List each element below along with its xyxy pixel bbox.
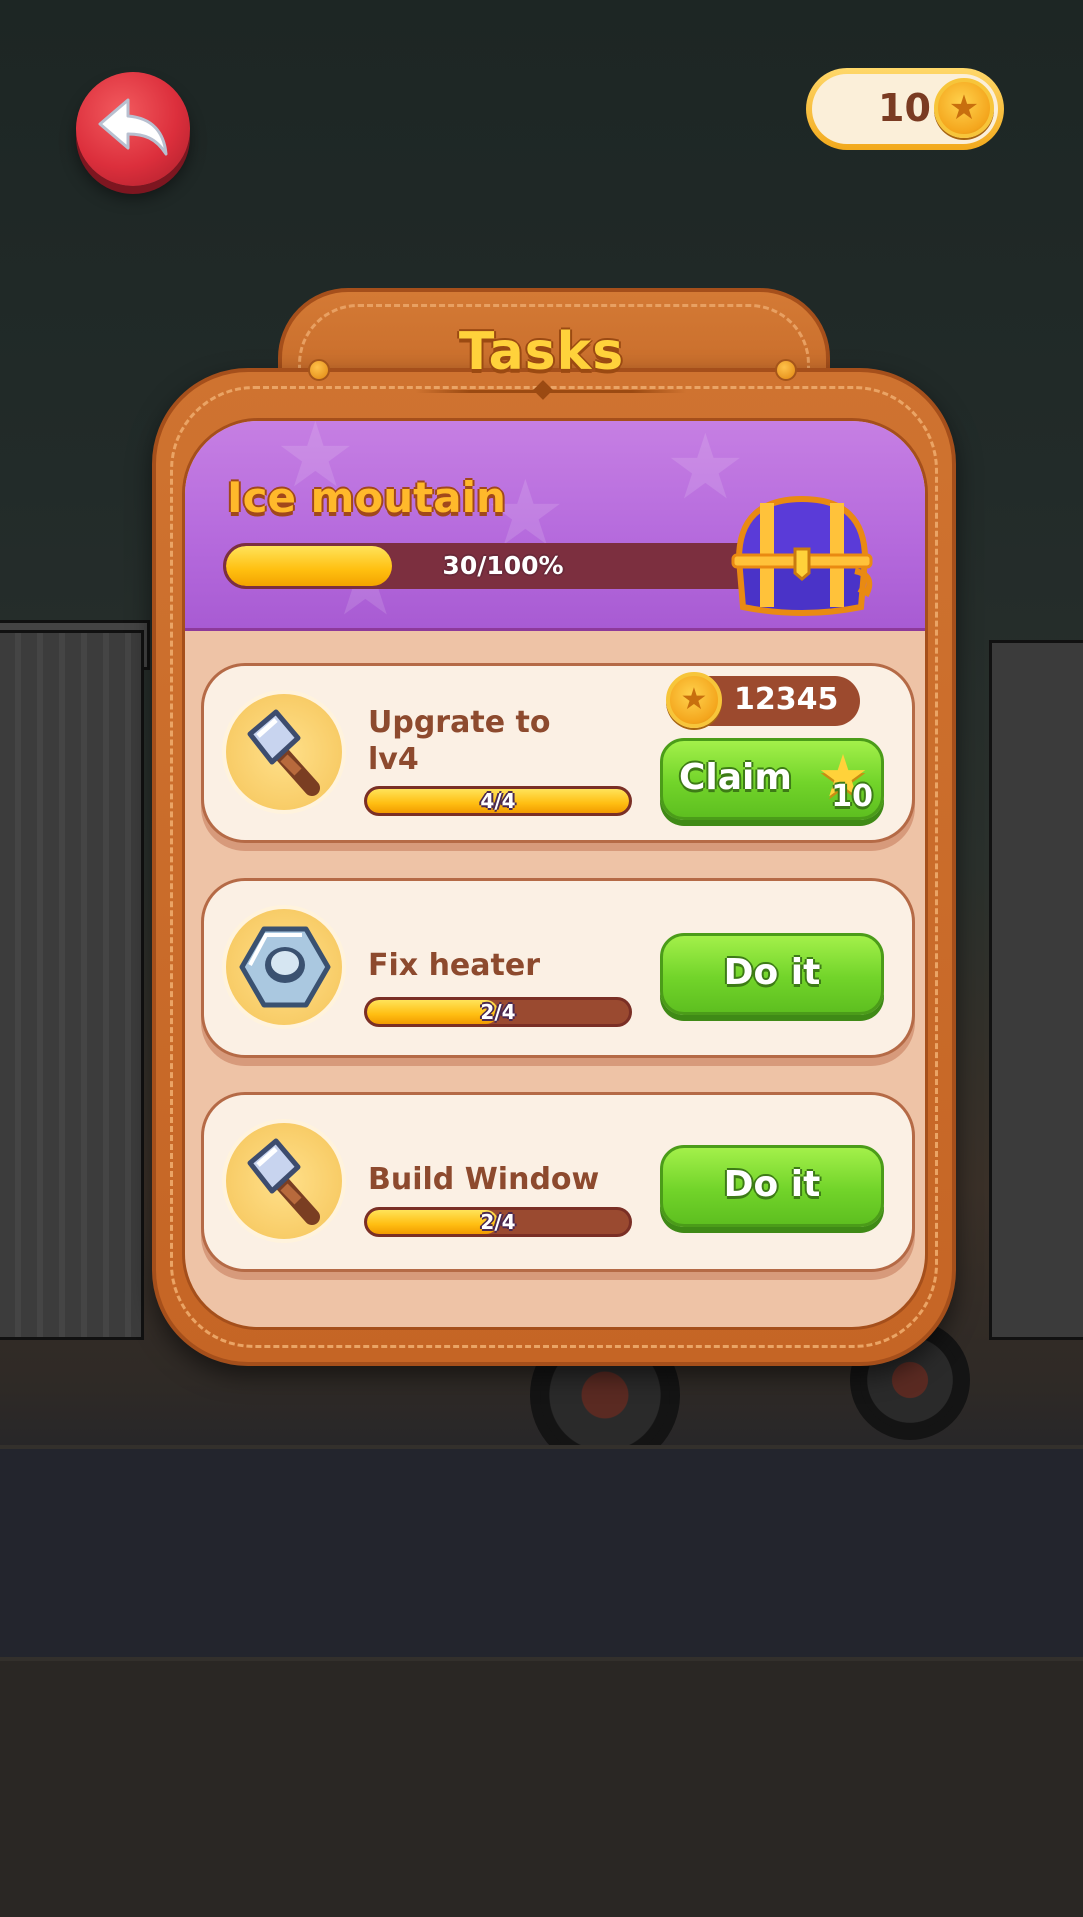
coin-count: 10 xyxy=(878,86,931,130)
task-title: Build Window xyxy=(368,1162,600,1197)
rivet-icon xyxy=(308,359,330,381)
task-progress-bar: 4/4 xyxy=(364,786,632,816)
hex-nut-icon xyxy=(222,905,346,1029)
do-it-button[interactable]: Do it xyxy=(660,1145,884,1227)
treasure-chest-icon[interactable] xyxy=(727,489,877,619)
star-coin-icon: ★ xyxy=(934,78,994,138)
rivet-icon xyxy=(775,359,797,381)
hammer-icon xyxy=(222,690,346,814)
task-progress-bar: 2/4 xyxy=(364,1207,632,1237)
star-coin-icon: ★ xyxy=(666,672,722,728)
reward-coins: ★ 12345 xyxy=(666,672,860,728)
panel-title: Tasks xyxy=(458,322,625,382)
hammer-icon xyxy=(222,1119,346,1243)
claim-button[interactable]: Claim ★ 10 xyxy=(660,738,884,820)
task-progress-label: 4/4 xyxy=(480,789,516,813)
reward-coin-amount: 12345 xyxy=(734,682,839,717)
task-progress-label: 2/4 xyxy=(480,1210,516,1234)
task-progress-label: 2/4 xyxy=(480,1000,516,1024)
task-card: Fix heater 2/4 Do it xyxy=(201,878,915,1058)
claim-button-label: Claim xyxy=(679,757,792,798)
do-it-button[interactable]: Do it xyxy=(660,933,884,1015)
event-title: Ice moutain xyxy=(227,473,506,522)
task-card: Build Window 2/4 Do it xyxy=(201,1092,915,1272)
right-pillar xyxy=(989,640,1083,1340)
left-pillar xyxy=(0,630,144,1340)
event-progress-label: 30/100% xyxy=(442,551,564,580)
road-edge xyxy=(0,1657,1083,1661)
title-ornament xyxy=(416,380,686,400)
coin-counter: 10 ★ xyxy=(806,68,1004,150)
task-title: Fix heater xyxy=(368,948,541,983)
do-it-button-label: Do it xyxy=(723,1164,821,1205)
event-progress-bar: 30/100% xyxy=(223,543,783,589)
road-edge xyxy=(0,1445,1083,1449)
claim-star-value: 10 xyxy=(831,779,873,814)
task-title: Upgrate to lv4 xyxy=(368,705,551,777)
event-banner: ★ ★ ★ ★ Ice moutain 30/100% xyxy=(185,421,925,636)
floor xyxy=(0,1657,1083,1917)
task-progress-bar: 2/4 xyxy=(364,997,632,1027)
task-card: Upgrate to lv4 4/4 ★ 12345 Claim ★ 10 xyxy=(201,663,915,843)
back-arrow-icon xyxy=(98,98,168,156)
road xyxy=(0,1445,1083,1657)
tasks-panel-content: ★ ★ ★ ★ Ice moutain 30/100% Upgrate xyxy=(182,418,928,1330)
back-button[interactable] xyxy=(76,72,190,186)
do-it-button-label: Do it xyxy=(723,952,821,993)
